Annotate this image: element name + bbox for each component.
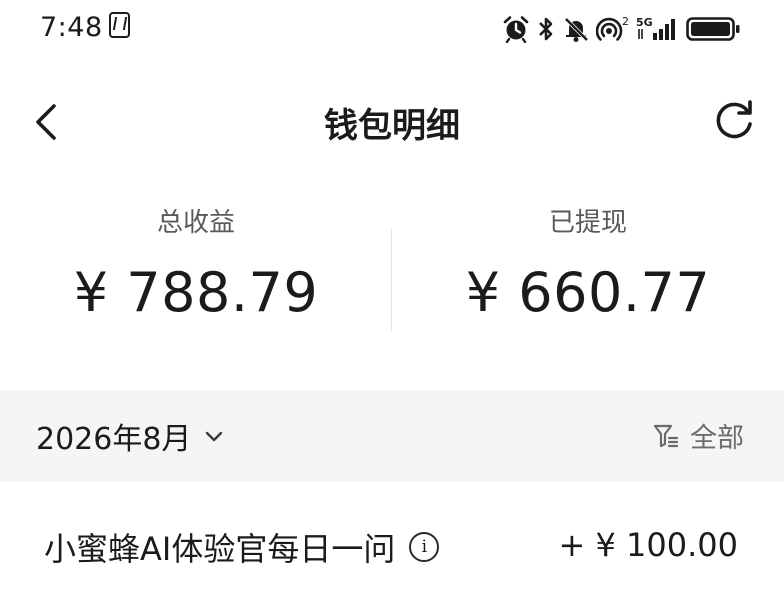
signal-5g-icon: 5G: [636, 16, 675, 40]
mute-bell-icon: [564, 17, 589, 42]
filter-icon: [653, 424, 679, 447]
withdrawn-label: 已提现: [548, 208, 627, 238]
list-item[interactable]: 小蜜蜂AI体验官每日一问 i + ¥ 100.00: [0, 482, 784, 602]
summary-divider: [391, 228, 392, 332]
status-time: 7:48: [40, 12, 130, 43]
total-income-value: ¥ 788.79: [73, 261, 319, 324]
record-title-text: 小蜜蜂AI体验官每日一问: [44, 530, 396, 568]
info-icon[interactable]: i: [409, 532, 440, 562]
status-time-text: 7:48: [40, 12, 103, 43]
type-filter-button[interactable]: 全部: [652, 416, 744, 455]
bluetooth-icon: [539, 17, 553, 41]
nfc-icon: [108, 12, 130, 38]
total-income-block: 总收益 ¥ 788.79: [0, 205, 392, 325]
record-amount: + ¥ 100.00: [558, 526, 738, 564]
battery-icon: [686, 17, 740, 41]
record-title: 小蜜蜂AI体验官每日一问 i: [44, 524, 440, 570]
refresh-button[interactable]: [708, 96, 760, 148]
title-bar: 钱包明细: [0, 82, 784, 162]
hotspot-icon: 2: [596, 15, 629, 41]
alarm-icon: [503, 16, 529, 43]
page-title: 钱包明细: [324, 106, 460, 146]
total-income-label: 总收益: [156, 208, 235, 238]
hotspot-badge: 2: [622, 15, 629, 28]
chevron-down-icon: [206, 431, 223, 442]
wallet-summary: 总收益 ¥ 788.79 已提现 ¥ 660.77: [0, 205, 784, 365]
withdrawn-block: 已提现 ¥ 660.77: [392, 205, 784, 325]
refresh-icon: [716, 100, 752, 139]
filter-bar: 2026年8月 全部: [0, 390, 784, 482]
status-icons: 2 5G: [502, 12, 742, 46]
month-selector-label: 2026年8月: [36, 422, 192, 457]
network-badge: 5G: [636, 16, 653, 29]
status-bar: 7:48 2 5G: [0, 0, 784, 62]
type-filter-label: 全部: [690, 423, 744, 454]
withdrawn-value: ¥ 660.77: [465, 261, 711, 324]
month-selector[interactable]: 2026年8月: [36, 414, 225, 458]
